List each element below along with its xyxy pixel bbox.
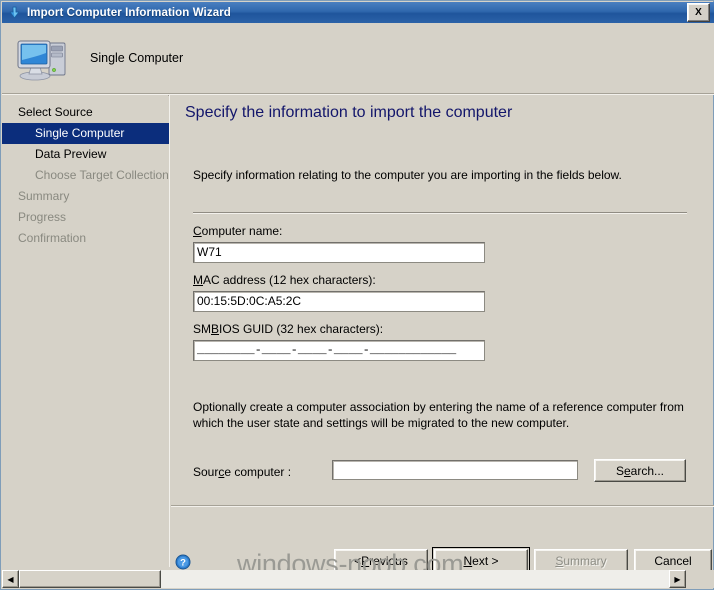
search-button[interactable]: Se arch... — [594, 459, 686, 482]
source-computer-label-text: e computer : — [224, 465, 292, 479]
horizontal-scrollbar[interactable]: ◀ ▶ — [2, 570, 714, 588]
smbios-guid-accel: B — [211, 322, 220, 336]
content-pane: Specify the information to import the co… — [171, 96, 714, 574]
source-computer-label: Source computer : — [193, 465, 291, 479]
sidebar-item-confirmation[interactable]: Confirmation — [2, 228, 169, 249]
computer-name-input[interactable]: W71 — [193, 242, 485, 263]
previous-button[interactable]: < Previous — [334, 549, 428, 572]
computer-name-label-text: omputer name: — [201, 224, 283, 238]
scrollbar-track[interactable] — [19, 570, 669, 588]
mac-address-label: MAC address (12 hex characters): — [193, 273, 376, 287]
search-button-label: arch... — [630, 463, 665, 478]
source-computer-label-pre: Sour — [193, 465, 219, 479]
wizard-navigation: Select Source Single Computer Data Previ… — [2, 96, 169, 567]
previous-button-pre: < — [354, 553, 362, 568]
smbios-guid-input[interactable]: ________-____-____-____-____________ — [193, 340, 485, 361]
search-button-pre: S — [615, 463, 624, 478]
computer-name-accel: C — [193, 224, 202, 238]
association-description: Optionally create a computer association… — [193, 400, 684, 430]
intro-text: Specify information relating to the comp… — [193, 168, 622, 182]
wizard-window: Import Computer Information Wizard X Sin… — [0, 0, 714, 590]
title-bar: Import Computer Information Wizard X — [2, 2, 714, 23]
source-computer-input[interactable] — [332, 460, 578, 480]
sidebar-item-summary[interactable]: Summary — [2, 186, 169, 207]
close-button[interactable]: X — [687, 3, 710, 22]
summary-button-accel: S — [555, 553, 564, 568]
scroll-left-arrow-icon[interactable]: ◀ — [2, 570, 19, 588]
summary-button-label: ummary — [563, 553, 607, 568]
sidebar-item-select-source[interactable]: Select Source — [2, 102, 169, 123]
scroll-right-arrow-icon[interactable]: ▶ — [669, 570, 686, 588]
mac-address-label-text: AC address (12 hex characters): — [203, 273, 376, 287]
search-button-accel: e — [623, 463, 631, 478]
import-arrow-icon — [6, 5, 22, 21]
button-bar-separator — [171, 505, 714, 507]
sidebar-item-choose-target-collection[interactable]: Choose Target Collection — [2, 165, 169, 186]
sidebar-item-progress[interactable]: Progress — [2, 207, 169, 228]
mac-address-input[interactable]: 00:15:5D:0C:A5:2C — [193, 291, 485, 312]
help-question-icon[interactable]: ? — [175, 554, 191, 570]
svg-text:?: ? — [180, 558, 186, 569]
computer-name-label: Computer name: — [193, 224, 282, 238]
mac-address-accel: M — [193, 273, 203, 287]
previous-button-accel: P — [361, 553, 370, 568]
smbios-guid-label-pre: SM — [193, 322, 211, 336]
previous-button-label: revious — [369, 553, 408, 568]
sidebar-item-single-computer[interactable]: Single Computer — [2, 123, 169, 144]
next-button-label: ext > — [472, 553, 499, 568]
next-button-accel: N — [463, 553, 473, 568]
cancel-button[interactable]: Cancel — [634, 549, 712, 572]
smbios-guid-label: SMBIOS GUID (32 hex characters): — [193, 322, 383, 336]
next-button[interactable]: Next > — [432, 547, 530, 574]
form-separator — [193, 212, 687, 214]
smbios-guid-label-text: IOS GUID (32 hex characters): — [219, 322, 384, 336]
sidebar-item-data-preview[interactable]: Data Preview — [2, 144, 169, 165]
header-title: Single Computer — [90, 51, 184, 65]
page-title: Specify the information to import the co… — [185, 104, 513, 121]
scrollbar-thumb[interactable] — [19, 570, 161, 588]
summary-button[interactable]: Summary — [534, 549, 628, 572]
scrollbar-corner — [686, 570, 714, 588]
header-separator — [2, 93, 714, 95]
computer-icon — [15, 33, 71, 83]
window-title: Import Computer Information Wizard — [27, 6, 231, 19]
header-banner: Single Computer — [2, 23, 714, 93]
